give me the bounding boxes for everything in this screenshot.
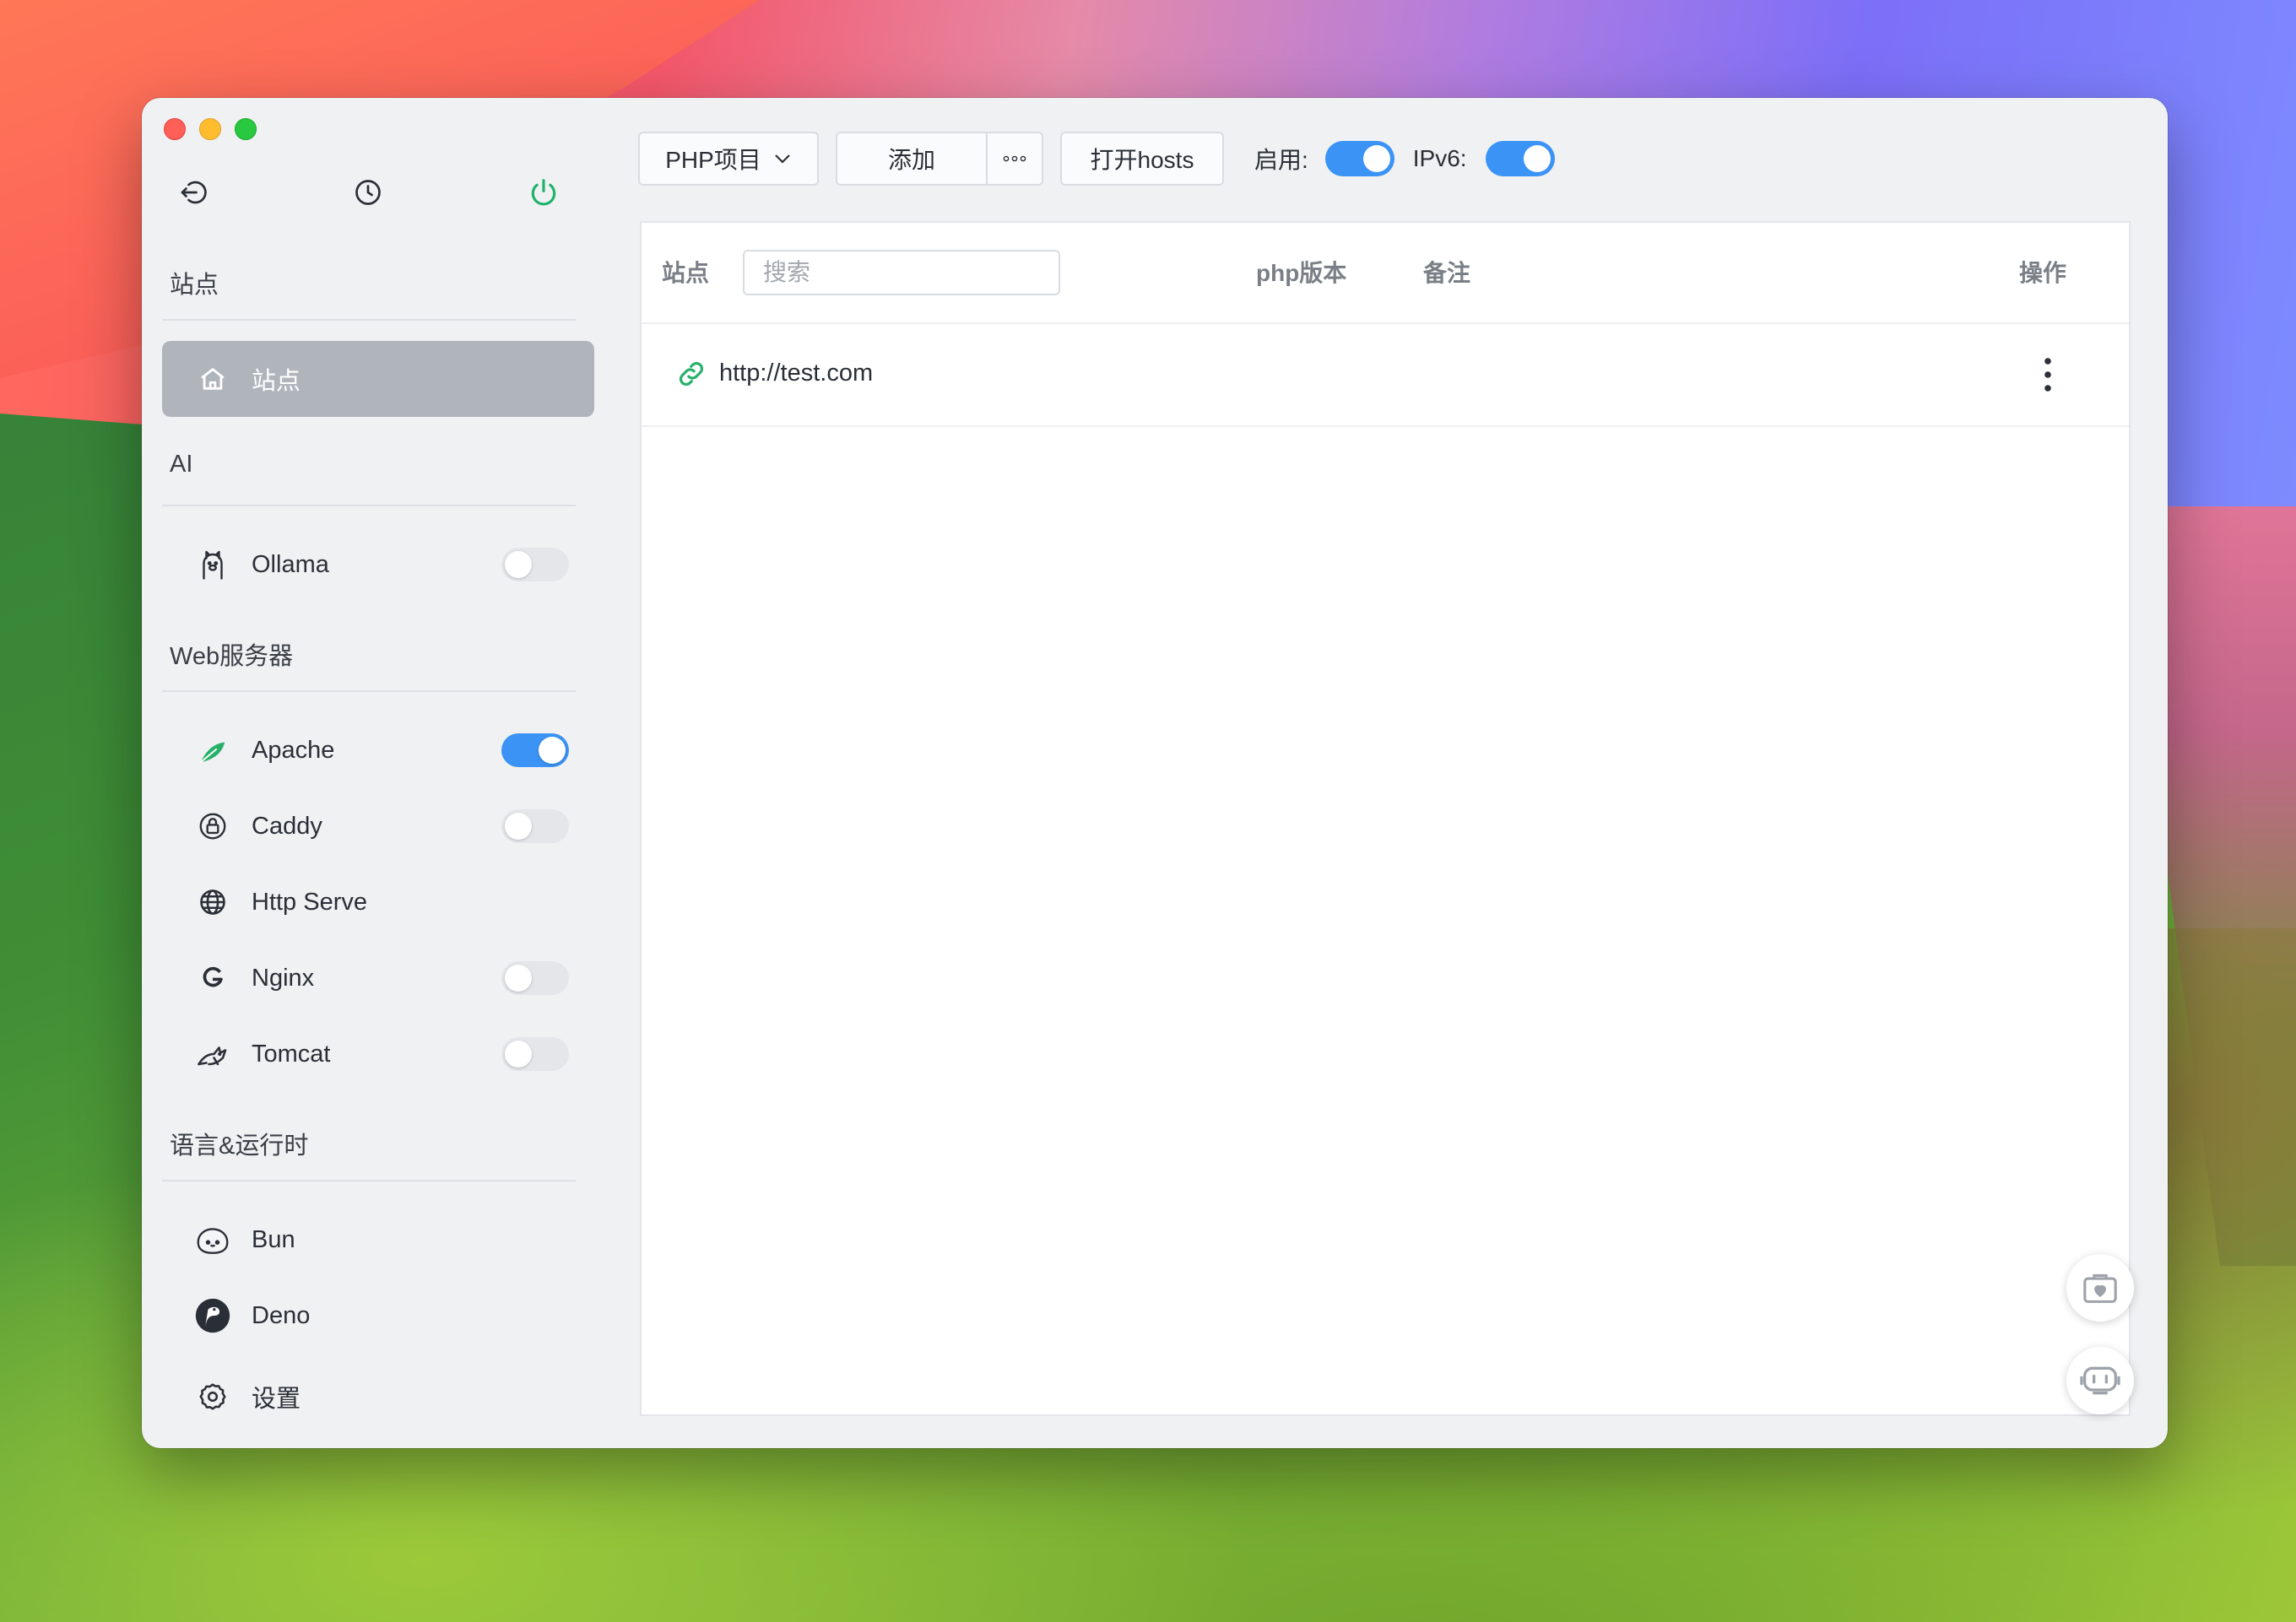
toolbox-button[interactable] <box>2066 1254 2134 1322</box>
cat-icon <box>194 1035 231 1073</box>
divider <box>162 690 576 692</box>
home-icon <box>194 360 231 397</box>
sidebar-item-nginx[interactable]: Nginx <box>162 940 594 1016</box>
enable-label: 启用: <box>1254 147 1308 173</box>
add-button[interactable]: 添加 <box>836 132 988 186</box>
header-php-version: php版本 <box>1256 260 1347 286</box>
section-web: Web服务器 <box>170 643 294 670</box>
toolbar: PHP项目 添加 打开hosts 启用: IPv6: <box>638 132 1555 186</box>
nginx-icon <box>194 960 231 997</box>
sidebar-item-ollama[interactable]: Ollama <box>162 527 594 603</box>
caddy-toggle[interactable] <box>501 809 569 843</box>
header-note: 备注 <box>1423 260 1471 286</box>
apache-toggle[interactable] <box>501 733 569 767</box>
sidebar-top-actions <box>174 174 562 211</box>
ollama-toggle[interactable] <box>501 548 569 581</box>
sidebar-item-label: 站点 <box>252 368 301 395</box>
ipv6-label: IPv6: <box>1412 145 1467 171</box>
add-more-button[interactable] <box>988 132 1043 186</box>
sidebar-item-label: 设置 <box>252 1386 301 1413</box>
site-url[interactable]: http://test.com <box>719 360 873 387</box>
bun-icon <box>194 1221 231 1258</box>
chevron-down-icon <box>775 154 790 164</box>
back-icon[interactable] <box>174 174 211 211</box>
enable-toggle[interactable] <box>1324 141 1394 176</box>
nginx-toggle[interactable] <box>501 961 569 995</box>
divider <box>162 319 576 321</box>
feather-icon <box>194 732 231 769</box>
deno-icon <box>194 1297 231 1334</box>
sidebar-item-label: Deno <box>252 1301 311 1329</box>
project-type-select[interactable]: PHP项目 <box>638 132 819 186</box>
caddy-icon <box>194 808 231 845</box>
sidebar: 站点 站点 AI Ollama Web服务器 Apache Caddy Http… <box>142 98 598 1448</box>
tomcat-toggle[interactable] <box>501 1037 569 1071</box>
sidebar-item-settings[interactable]: 设置 <box>162 1359 594 1435</box>
robot-icon <box>2080 1366 2120 1395</box>
more-horizontal-icon <box>1003 155 1026 162</box>
section-lang: 语言&运行时 <box>170 1133 309 1160</box>
assistant-button[interactable] <box>2066 1347 2134 1414</box>
sidebar-item-sites[interactable]: 站点 <box>162 341 594 417</box>
power-icon[interactable] <box>525 174 562 211</box>
link-icon[interactable] <box>675 358 707 390</box>
divider <box>162 505 576 506</box>
add-button-group: 添加 <box>836 132 1043 186</box>
sidebar-item-caddy[interactable]: Caddy <box>162 788 594 864</box>
clock-icon[interactable] <box>349 174 387 211</box>
sidebar-item-tomcat[interactable]: Tomcat <box>162 1016 594 1092</box>
project-type-label: PHP项目 <box>665 147 761 173</box>
header-site: 站点 <box>662 260 710 286</box>
add-button-label: 添加 <box>887 147 935 173</box>
search-input[interactable] <box>743 250 1060 295</box>
sites-table: 站点 php版本 备注 操作 http://test.com <box>640 221 2131 1416</box>
sidebar-item-http-serve[interactable]: Http Serve <box>162 864 594 940</box>
table-row[interactable]: http://test.com <box>642 322 2129 427</box>
section-ai: AI <box>170 451 193 478</box>
sidebar-item-deno[interactable]: Deno <box>162 1278 594 1354</box>
ipv6-toggle[interactable] <box>1485 141 1555 176</box>
divider <box>162 1180 576 1181</box>
toolbox-icon <box>2083 1273 2117 1303</box>
sidebar-item-label: Http Serve <box>252 888 367 916</box>
open-hosts-button[interactable]: 打开hosts <box>1060 132 1224 186</box>
sidebar-item-bun[interactable]: Bun <box>162 1202 594 1278</box>
open-hosts-label: 打开hosts <box>1090 147 1194 173</box>
sidebar-item-apache[interactable]: Apache <box>162 712 594 788</box>
app-window: 站点 站点 AI Ollama Web服务器 Apache Caddy Http… <box>142 98 2168 1448</box>
table-header: 站点 php版本 备注 操作 <box>642 223 2129 324</box>
gear-icon <box>194 1378 231 1415</box>
section-sites: 站点 <box>170 272 219 299</box>
globe-icon <box>194 884 231 921</box>
more-vertical-icon[interactable] <box>2039 356 2056 393</box>
sidebar-item-label: Bun <box>252 1225 295 1253</box>
llama-icon <box>194 546 231 583</box>
header-action: 操作 <box>2019 260 2067 286</box>
